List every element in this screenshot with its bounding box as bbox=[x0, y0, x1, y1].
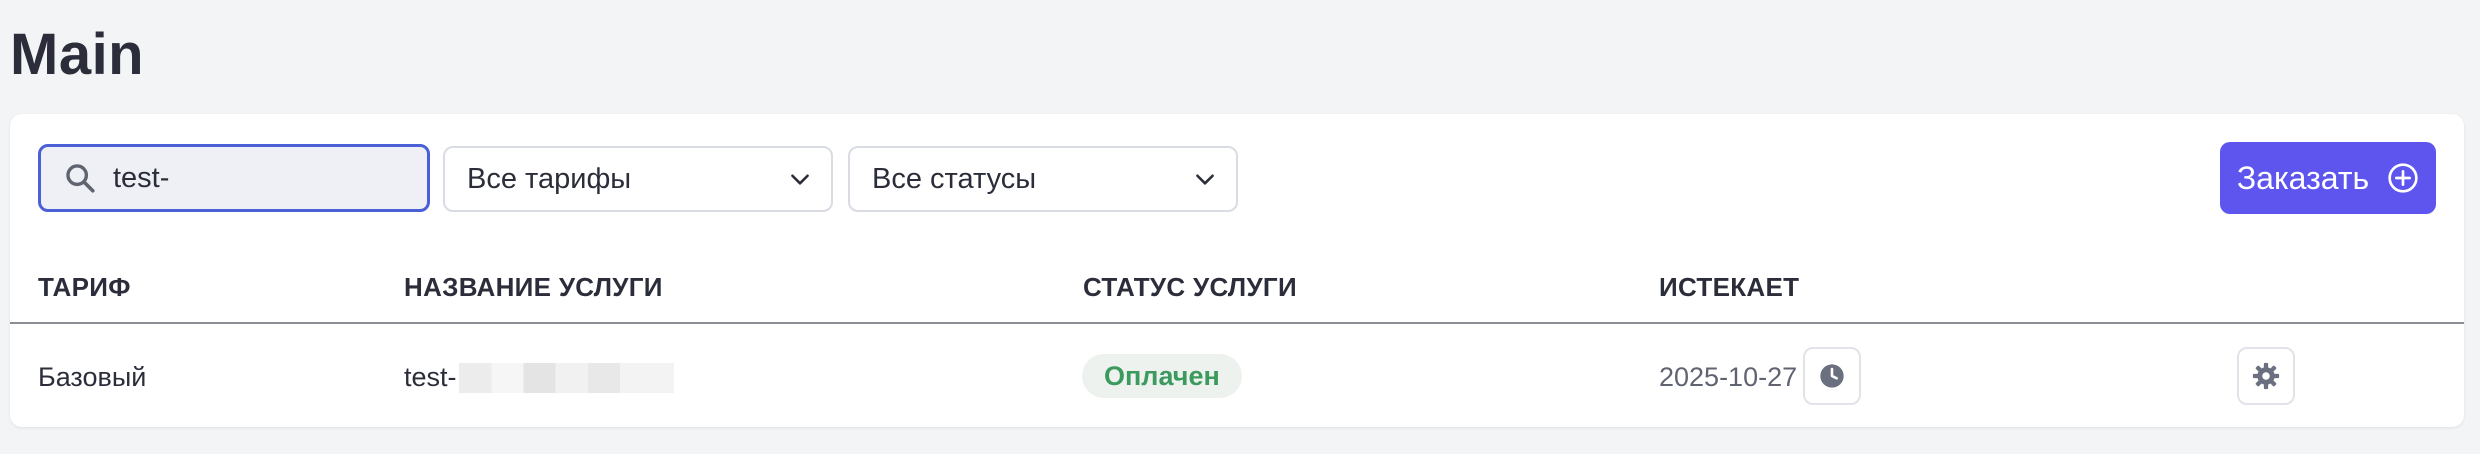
chevron-down-icon bbox=[1196, 174, 1214, 185]
services-card: Все тарифы Все статусы Заказать ТАРИФ НА… bbox=[10, 114, 2464, 427]
history-button[interactable] bbox=[1803, 347, 1861, 405]
status-badge: Оплачен bbox=[1082, 354, 1242, 398]
column-header-expires: ИСТЕКАЕТ bbox=[1659, 272, 1800, 302]
search-input[interactable] bbox=[113, 161, 413, 195]
chevron-down-icon bbox=[791, 174, 809, 185]
column-header-service-name: НАЗВАНИЕ УСЛУГИ bbox=[404, 272, 663, 302]
gear-icon bbox=[2252, 362, 2280, 390]
redacted-text bbox=[458, 362, 674, 393]
order-button[interactable]: Заказать bbox=[2220, 142, 2436, 214]
expires-date: 2025-10-27 bbox=[1659, 362, 1798, 392]
clock-icon bbox=[1820, 364, 1844, 388]
service-name-cell[interactable]: test- bbox=[404, 362, 674, 393]
tariff-cell: Базовый bbox=[38, 362, 147, 392]
column-header-status: СТАТУС УСЛУГИ bbox=[1083, 272, 1297, 302]
page-title: Main bbox=[10, 22, 145, 87]
status-filter-value: Все статусы bbox=[872, 162, 1037, 195]
plus-circle-icon bbox=[2388, 163, 2418, 193]
tariff-filter-value: Все тарифы bbox=[467, 162, 632, 195]
column-header-tariff: ТАРИФ bbox=[38, 272, 131, 302]
order-button-label: Заказать bbox=[2236, 159, 2370, 196]
table-header-divider bbox=[10, 322, 2464, 324]
service-name-text: test- bbox=[404, 362, 457, 392]
settings-button[interactable] bbox=[2237, 347, 2295, 405]
tariff-filter-select[interactable]: Все тарифы bbox=[443, 146, 833, 212]
search-icon bbox=[66, 164, 95, 193]
search-field[interactable] bbox=[38, 144, 430, 212]
status-filter-select[interactable]: Все статусы bbox=[848, 146, 1238, 212]
